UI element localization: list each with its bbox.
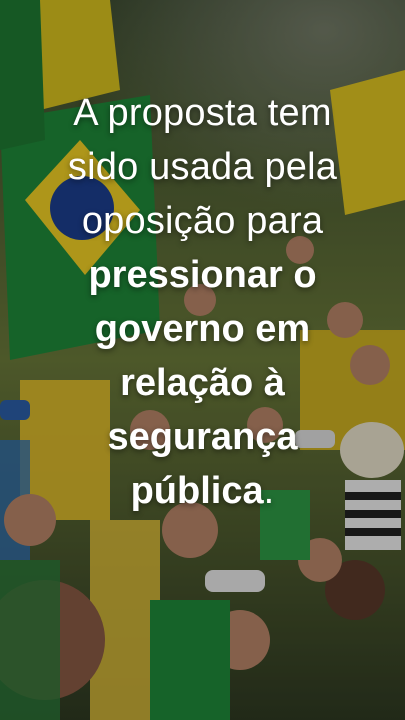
caption-line-4: pressionar o bbox=[88, 254, 317, 296]
caption-line-8-text: pública bbox=[130, 470, 264, 512]
story-frame: A proposta tem sido usada pela oposição … bbox=[0, 0, 405, 720]
caption-line-2: sido usada pela bbox=[67, 146, 338, 188]
caption-end-punct: . bbox=[263, 470, 275, 512]
caption-line-3: oposição para bbox=[81, 200, 324, 242]
story-caption: A proposta tem sido usada pela oposição … bbox=[18, 86, 387, 518]
caption-line-6: relação à bbox=[120, 362, 285, 404]
caption-line-7: segurança bbox=[107, 416, 298, 458]
caption-line-8: pública. bbox=[18, 464, 387, 518]
caption-line-1: A proposta tem bbox=[73, 92, 332, 134]
caption-line-5: governo em bbox=[94, 308, 311, 350]
